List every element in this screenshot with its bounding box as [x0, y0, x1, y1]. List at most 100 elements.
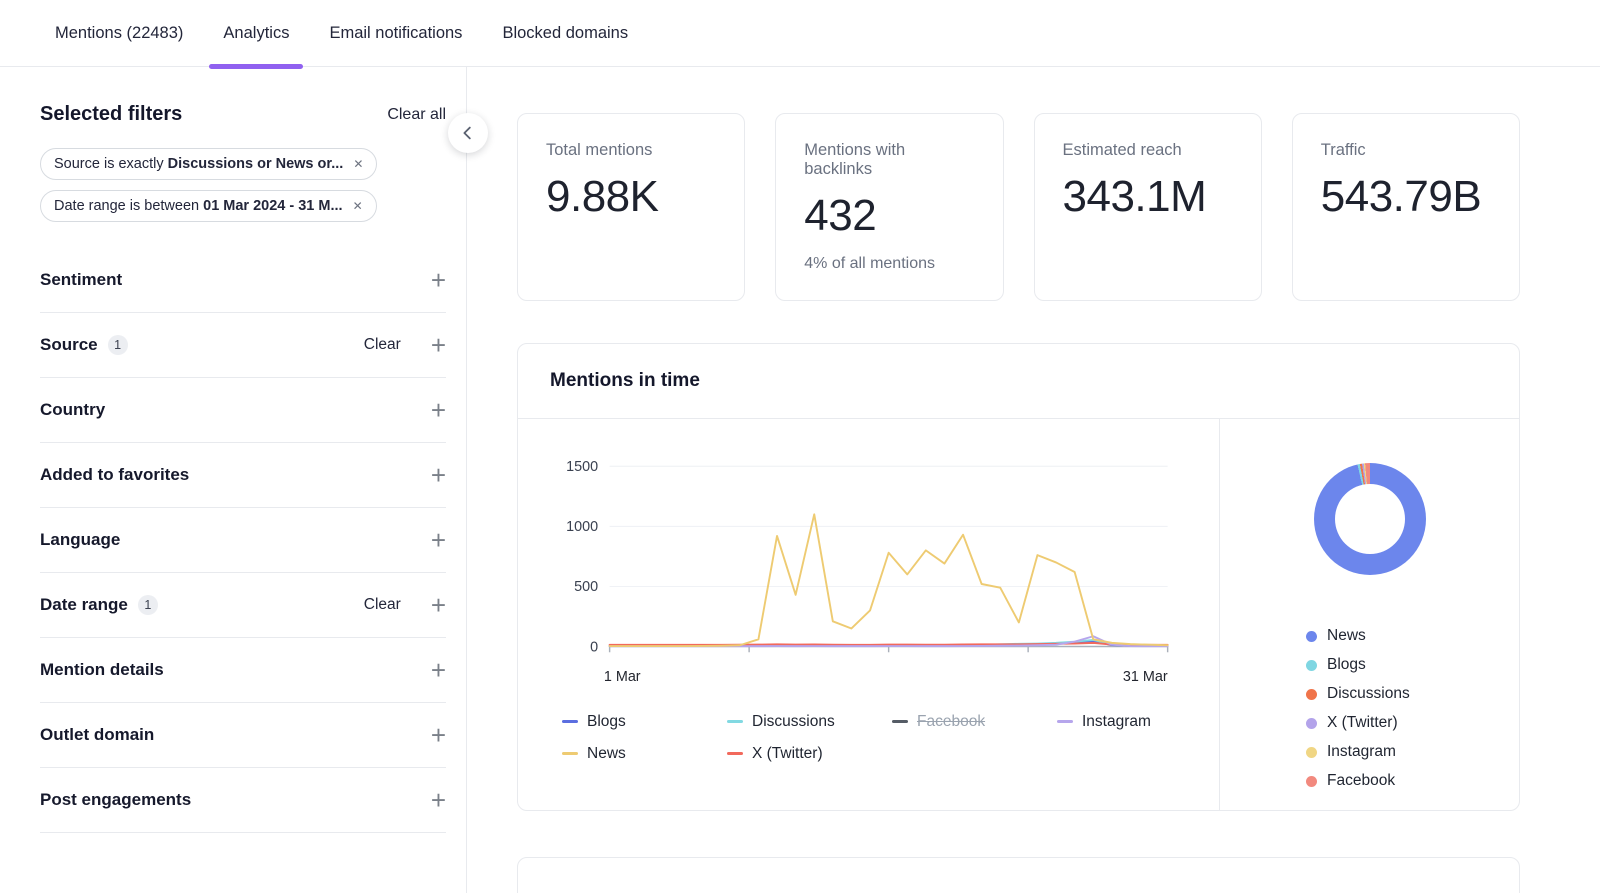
line-legend-item[interactable]: Instagram — [1057, 713, 1177, 731]
filter-section-date-range[interactable]: Date range 1 Clear + — [40, 573, 446, 638]
clear-filter-link[interactable]: Clear — [364, 336, 401, 354]
filter-label: Post engagements — [40, 790, 191, 810]
collapse-sidebar-button[interactable] — [448, 113, 488, 153]
legend-swatch — [562, 752, 578, 755]
filter-label: Sentiment — [40, 270, 122, 290]
tab-analytics[interactable]: Analytics — [223, 0, 289, 67]
sources-breakdown-panel: News Blogs Discussions X (Twitter) Instagram… — [1219, 419, 1519, 810]
donut-legend-item[interactable]: Discussions — [1306, 685, 1519, 703]
svg-text:500: 500 — [574, 579, 598, 595]
filter-label: Country — [40, 400, 105, 420]
line-legend-item[interactable]: News — [562, 745, 682, 763]
tab-blocked-domains[interactable]: Blocked domains — [502, 0, 628, 67]
plus-icon[interactable]: + — [431, 596, 446, 614]
filter-section-post-engagements[interactable]: Post engagements + — [40, 768, 446, 833]
svg-text:0: 0 — [590, 639, 598, 655]
filter-chip-date-range[interactable]: Date range is between 01 Mar 2024 - 31 M… — [40, 190, 377, 222]
remove-filter-icon[interactable]: ✕ — [353, 200, 363, 212]
selected-filters-title: Selected filters — [40, 103, 182, 126]
mentions-line-chart: 0500100015001 Mar31 Mar — [554, 449, 1183, 689]
legend-dot — [1306, 631, 1317, 642]
chart-title: Mentions in time — [550, 370, 1487, 392]
chip-text: Date range is between 01 Mar 2024 - 31 M… — [54, 198, 343, 214]
remove-filter-icon[interactable]: ✕ — [353, 158, 363, 170]
filter-section-sentiment[interactable]: Sentiment + — [40, 248, 446, 313]
stat-card-total-mentions: Total mentions 9.88K — [517, 113, 745, 301]
stat-label: Traffic — [1321, 141, 1491, 160]
chevron-left-icon — [459, 124, 477, 142]
stat-label: Estimated reach — [1063, 141, 1233, 160]
filter-section-mention-details[interactable]: Mention details + — [40, 638, 446, 703]
filters-sidebar: Selected filters Clear all Source is exa… — [0, 67, 467, 893]
legend-dot — [1306, 660, 1317, 671]
legend-label: Facebook — [1327, 772, 1395, 790]
filter-label: Source — [40, 335, 98, 355]
plus-icon[interactable]: + — [431, 661, 446, 679]
donut-legend: News Blogs Discussions X (Twitter) Instagram… — [1220, 627, 1519, 790]
svg-text:31 Mar: 31 Mar — [1123, 669, 1168, 685]
clear-filter-link[interactable]: Clear — [364, 596, 401, 614]
filter-label: Mention details — [40, 660, 164, 680]
plus-icon[interactable]: + — [431, 401, 446, 419]
active-filter-chips: Source is exactly Discussions or News or… — [40, 148, 446, 222]
donut-legend-item[interactable]: X (Twitter) — [1306, 714, 1519, 732]
filter-sections: Sentiment + Source 1 Clear + Country + A… — [40, 248, 446, 833]
filter-section-country[interactable]: Country + — [40, 378, 446, 443]
plus-icon[interactable]: + — [431, 466, 446, 484]
line-legend-item[interactable]: Facebook — [892, 713, 1012, 731]
line-chart-legend: Blogs Discussions Facebook Instagram News X (… — [554, 713, 1183, 763]
stat-value: 543.79B — [1321, 172, 1491, 222]
legend-label: Instagram — [1327, 743, 1396, 761]
filter-section-outlet-domain[interactable]: Outlet domain + — [40, 703, 446, 768]
plus-icon[interactable]: + — [431, 726, 446, 744]
legend-label: Discussions — [752, 713, 835, 731]
stat-label: Mentions with backlinks — [804, 141, 974, 179]
line-legend-item[interactable]: Discussions — [727, 713, 847, 731]
clear-all-filters-link[interactable]: Clear all — [387, 106, 446, 124]
filter-section-source[interactable]: Source 1 Clear + — [40, 313, 446, 378]
mentions-in-time-card: Mentions in time 0500100015001 Mar31 Mar… — [517, 343, 1520, 811]
stat-card-traffic: Traffic 543.79B — [1292, 113, 1520, 301]
tab-mentions[interactable]: Mentions (22483) — [55, 0, 183, 67]
filter-label: Added to favorites — [40, 465, 189, 485]
stat-card-estimated-reach: Estimated reach 343.1M — [1034, 113, 1262, 301]
donut-legend-item[interactable]: Blogs — [1306, 656, 1519, 674]
plus-icon[interactable]: + — [431, 336, 446, 354]
filter-count-badge: 1 — [108, 335, 128, 355]
filter-count-badge: 1 — [138, 595, 158, 615]
plus-icon[interactable]: + — [431, 271, 446, 289]
legend-label: Instagram — [1082, 713, 1151, 731]
legend-label: X (Twitter) — [752, 745, 823, 763]
filter-chip-source[interactable]: Source is exactly Discussions or News or… — [40, 148, 377, 180]
legend-dot — [1306, 776, 1317, 787]
line-legend-item[interactable]: X (Twitter) — [727, 745, 847, 763]
donut-legend-item[interactable]: Instagram — [1306, 743, 1519, 761]
stat-value: 343.1M — [1063, 172, 1233, 222]
legend-swatch — [562, 720, 578, 723]
legend-label: News — [587, 745, 626, 763]
legend-swatch — [727, 720, 743, 723]
stat-value: 432 — [804, 191, 974, 241]
donut-legend-item[interactable]: Facebook — [1306, 772, 1519, 790]
filter-section-added-to-favorites[interactable]: Added to favorites + — [40, 443, 446, 508]
donut-legend-item[interactable]: News — [1306, 627, 1519, 645]
line-legend-item[interactable]: Blogs — [562, 713, 682, 731]
tab-email-notifications[interactable]: Email notifications — [329, 0, 462, 67]
stat-card-mentions-with-backlinks: Mentions with backlinks 432 4% of all me… — [775, 113, 1003, 301]
filter-label: Outlet domain — [40, 725, 154, 745]
legend-label: Facebook — [917, 713, 985, 731]
filter-section-language[interactable]: Language + — [40, 508, 446, 573]
legend-label: Blogs — [1327, 656, 1366, 674]
next-section-card — [517, 857, 1520, 893]
stat-value: 9.88K — [546, 172, 716, 222]
plus-icon[interactable]: + — [431, 531, 446, 549]
legend-swatch — [727, 752, 743, 755]
chip-text: Source is exactly Discussions or News or… — [54, 156, 343, 172]
legend-label: Blogs — [587, 713, 626, 731]
svg-text:1500: 1500 — [566, 459, 598, 475]
legend-label: News — [1327, 627, 1366, 645]
legend-dot — [1306, 718, 1317, 729]
plus-icon[interactable]: + — [431, 791, 446, 809]
legend-dot — [1306, 747, 1317, 758]
svg-text:1000: 1000 — [566, 519, 598, 535]
